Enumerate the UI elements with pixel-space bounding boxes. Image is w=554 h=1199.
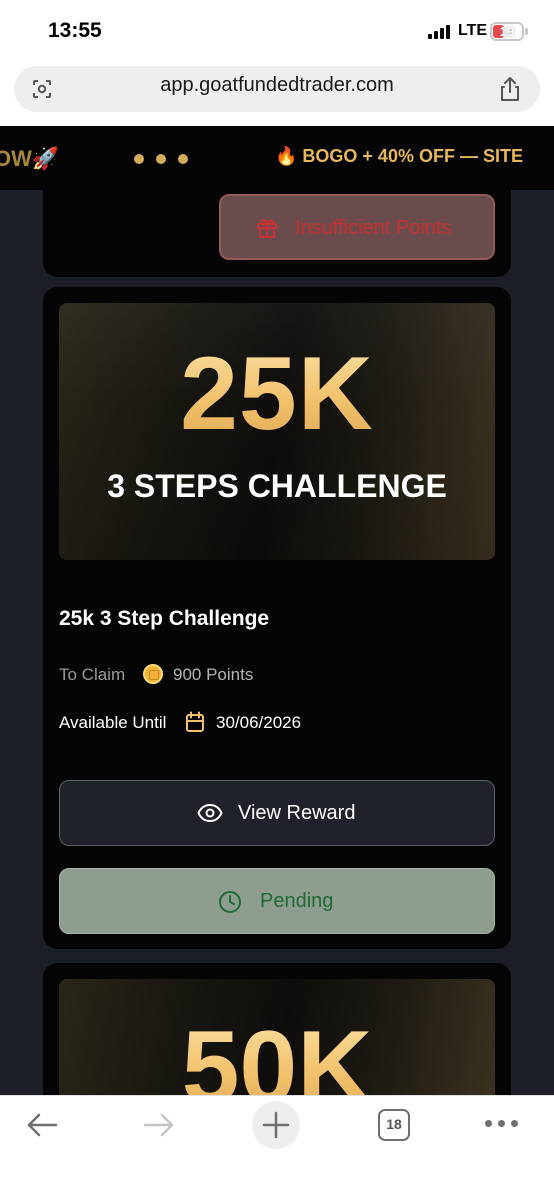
coin-icon	[143, 664, 163, 684]
next-hero-amount: 50K	[59, 1009, 495, 1095]
status-time: 13:55	[48, 19, 102, 42]
claim-label: To Claim	[59, 665, 126, 684]
back-arrow-icon[interactable]	[26, 1112, 58, 1138]
plus-icon	[262, 1111, 290, 1139]
hero-subtitle: 3 STEPS CHALLENGE	[107, 468, 447, 504]
reward-hero-image: 25K 3 STEPS CHALLENGE	[59, 303, 495, 560]
address-bar[interactable]	[14, 66, 540, 112]
insufficient-points-label: Insufficient Points	[295, 217, 452, 239]
hero-amount: 25K	[59, 335, 495, 454]
reward-card: 25K 3 STEPS CHALLENGE 25k 3 Step Challen…	[43, 287, 511, 949]
lens-icon[interactable]	[30, 77, 54, 101]
browser-bottom-bar: 18	[0, 1095, 554, 1199]
calendar-icon	[186, 711, 204, 732]
pending-label: Pending	[260, 890, 334, 912]
forward-arrow-icon[interactable]	[143, 1112, 175, 1138]
view-reward-button[interactable]: View Reward	[59, 780, 495, 846]
banner-text-fragment: OW🚀	[0, 146, 60, 171]
available-label: Available Until	[59, 713, 167, 732]
promo-banner[interactable]: OW🚀 🔥 BOGO + 40% OFF — SITE	[0, 126, 554, 190]
browser-toolbar: app.goatfundedtrader.com	[0, 62, 554, 126]
next-reward-hero-image: 50K	[59, 979, 495, 1095]
reward-title: 25k 3 Step Challenge	[59, 607, 270, 630]
reward-card-next: 50K	[43, 963, 511, 1095]
new-tab-button[interactable]	[252, 1101, 300, 1149]
rewards-list[interactable]: Insufficient Points 25K 3 STEPS CHALLENG…	[0, 190, 554, 1095]
battery-icon: 19	[490, 22, 524, 41]
pending-button[interactable]: Pending	[59, 868, 495, 934]
signal-icon	[428, 25, 450, 39]
available-value: 30/06/2026	[216, 713, 302, 732]
insufficient-points-button[interactable]: Insufficient Points	[219, 194, 495, 260]
network-label: LTE	[458, 22, 488, 39]
share-icon[interactable]	[498, 76, 522, 102]
status-bar: 13:55 LTE 19	[0, 0, 554, 62]
more-icon[interactable]	[485, 1120, 519, 1130]
banner-promo-text: 🔥 BOGO + 40% OFF — SITE	[275, 146, 523, 166]
battery-level: 19	[499, 24, 515, 39]
claim-value: 900 Points	[173, 665, 254, 684]
separator-dots	[134, 154, 194, 164]
view-reward-label: View Reward	[238, 802, 356, 824]
tab-switcher-button[interactable]: 18	[378, 1109, 410, 1141]
clock-icon	[219, 891, 241, 913]
reward-card-previous: Insufficient Points	[43, 190, 511, 277]
gift-icon	[257, 219, 277, 238]
eye-icon	[197, 803, 223, 823]
